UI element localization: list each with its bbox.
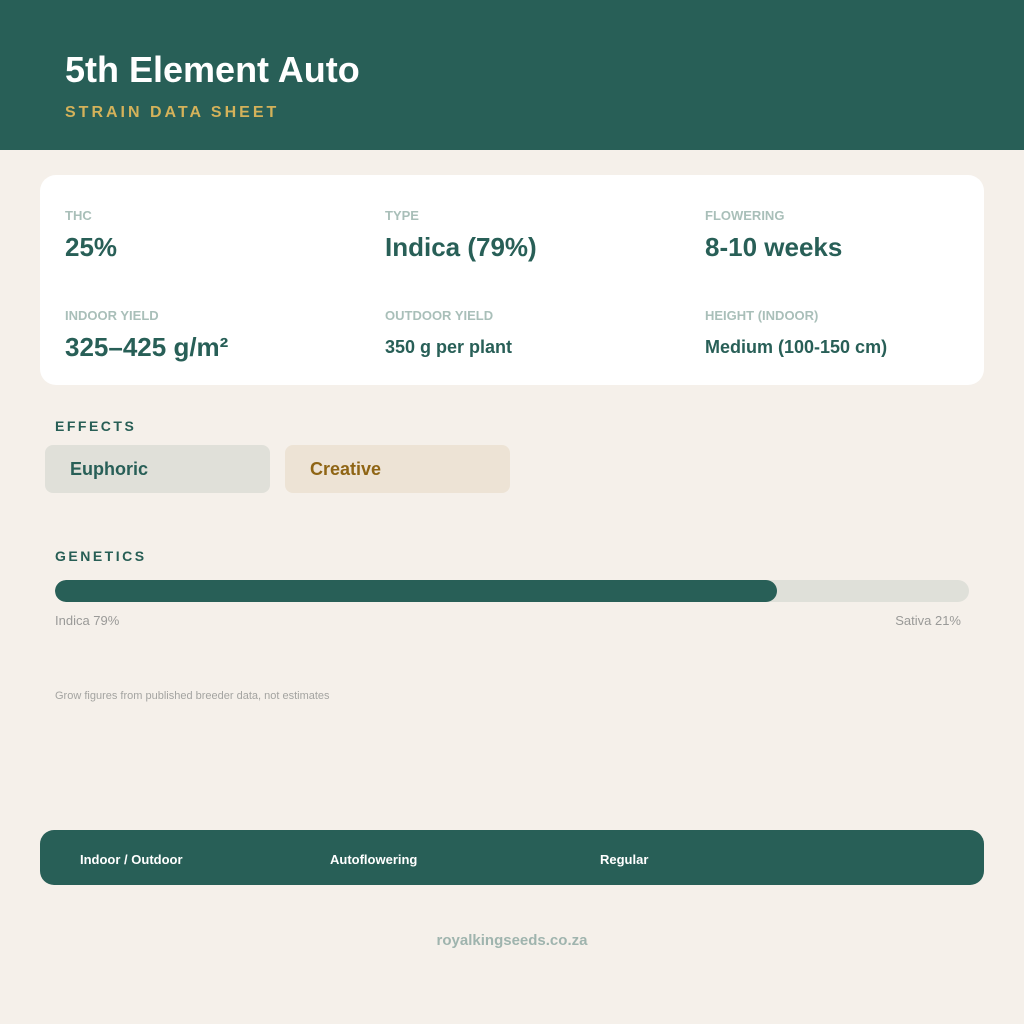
stat-value: 350 g per plant [385,337,513,357]
stat-value: 8-10 weeks [705,232,843,262]
stat-label: THC [65,208,92,223]
genetics-heading: GENETICS [55,548,147,564]
tag-regular: Regular [600,852,649,867]
stat-label: OUTDOOR YIELD [385,308,494,323]
site-url: royalkingseeds.co.za [436,932,588,949]
genetics-bar [55,580,969,602]
page-subtitle: STRAIN DATA SHEET [65,104,280,121]
stat-thc: THC 25% [65,208,117,263]
source-note: Grow figures from published breeder data… [55,690,330,702]
stat-height: HEIGHT (INDOOR) Medium (100-150 cm) [705,308,887,358]
effect-chip-euphoric: Euphoric [45,445,270,493]
stat-value: Indica (79%) [385,232,537,262]
indica-label: Indica 79% [55,613,120,628]
stat-label: TYPE [385,208,419,223]
genetics-bar-indica-fill [55,580,778,602]
stat-value: 25% [65,232,118,262]
stat-label: HEIGHT (INDOOR) [705,308,819,323]
stat-flowering: FLOWERING 8-10 weeks [705,208,842,263]
stat-indoor-yield: INDOOR YIELD 325–425 g/m² [65,308,228,363]
tag-autoflowering: Autoflowering [330,852,418,867]
effects-heading: EFFECTS [55,418,137,434]
page-title: 5th Element Auto [65,49,360,90]
effect-chip-creative: Creative [285,445,510,493]
stat-type: TYPE Indica (79%) [385,208,537,263]
sativa-label: Sativa 21% [895,613,961,628]
header: 5th Element Auto STRAIN DATA SHEET [0,0,1024,150]
tag-indoor-outdoor: Indoor / Outdoor [80,852,183,867]
footer-tag-bar: Indoor / Outdoor Autoflowering Regular [40,830,984,885]
stat-label: FLOWERING [705,208,785,223]
stat-label: INDOOR YIELD [65,308,159,323]
stat-value: Medium (100-150 cm) [705,337,888,357]
stat-value: 325–425 g/m² [65,332,229,362]
stat-outdoor-yield: OUTDOOR YIELD 350 g per plant [385,308,512,358]
stats-card: THC 25% TYPE Indica (79%) FLOWERING 8-10… [40,175,984,385]
